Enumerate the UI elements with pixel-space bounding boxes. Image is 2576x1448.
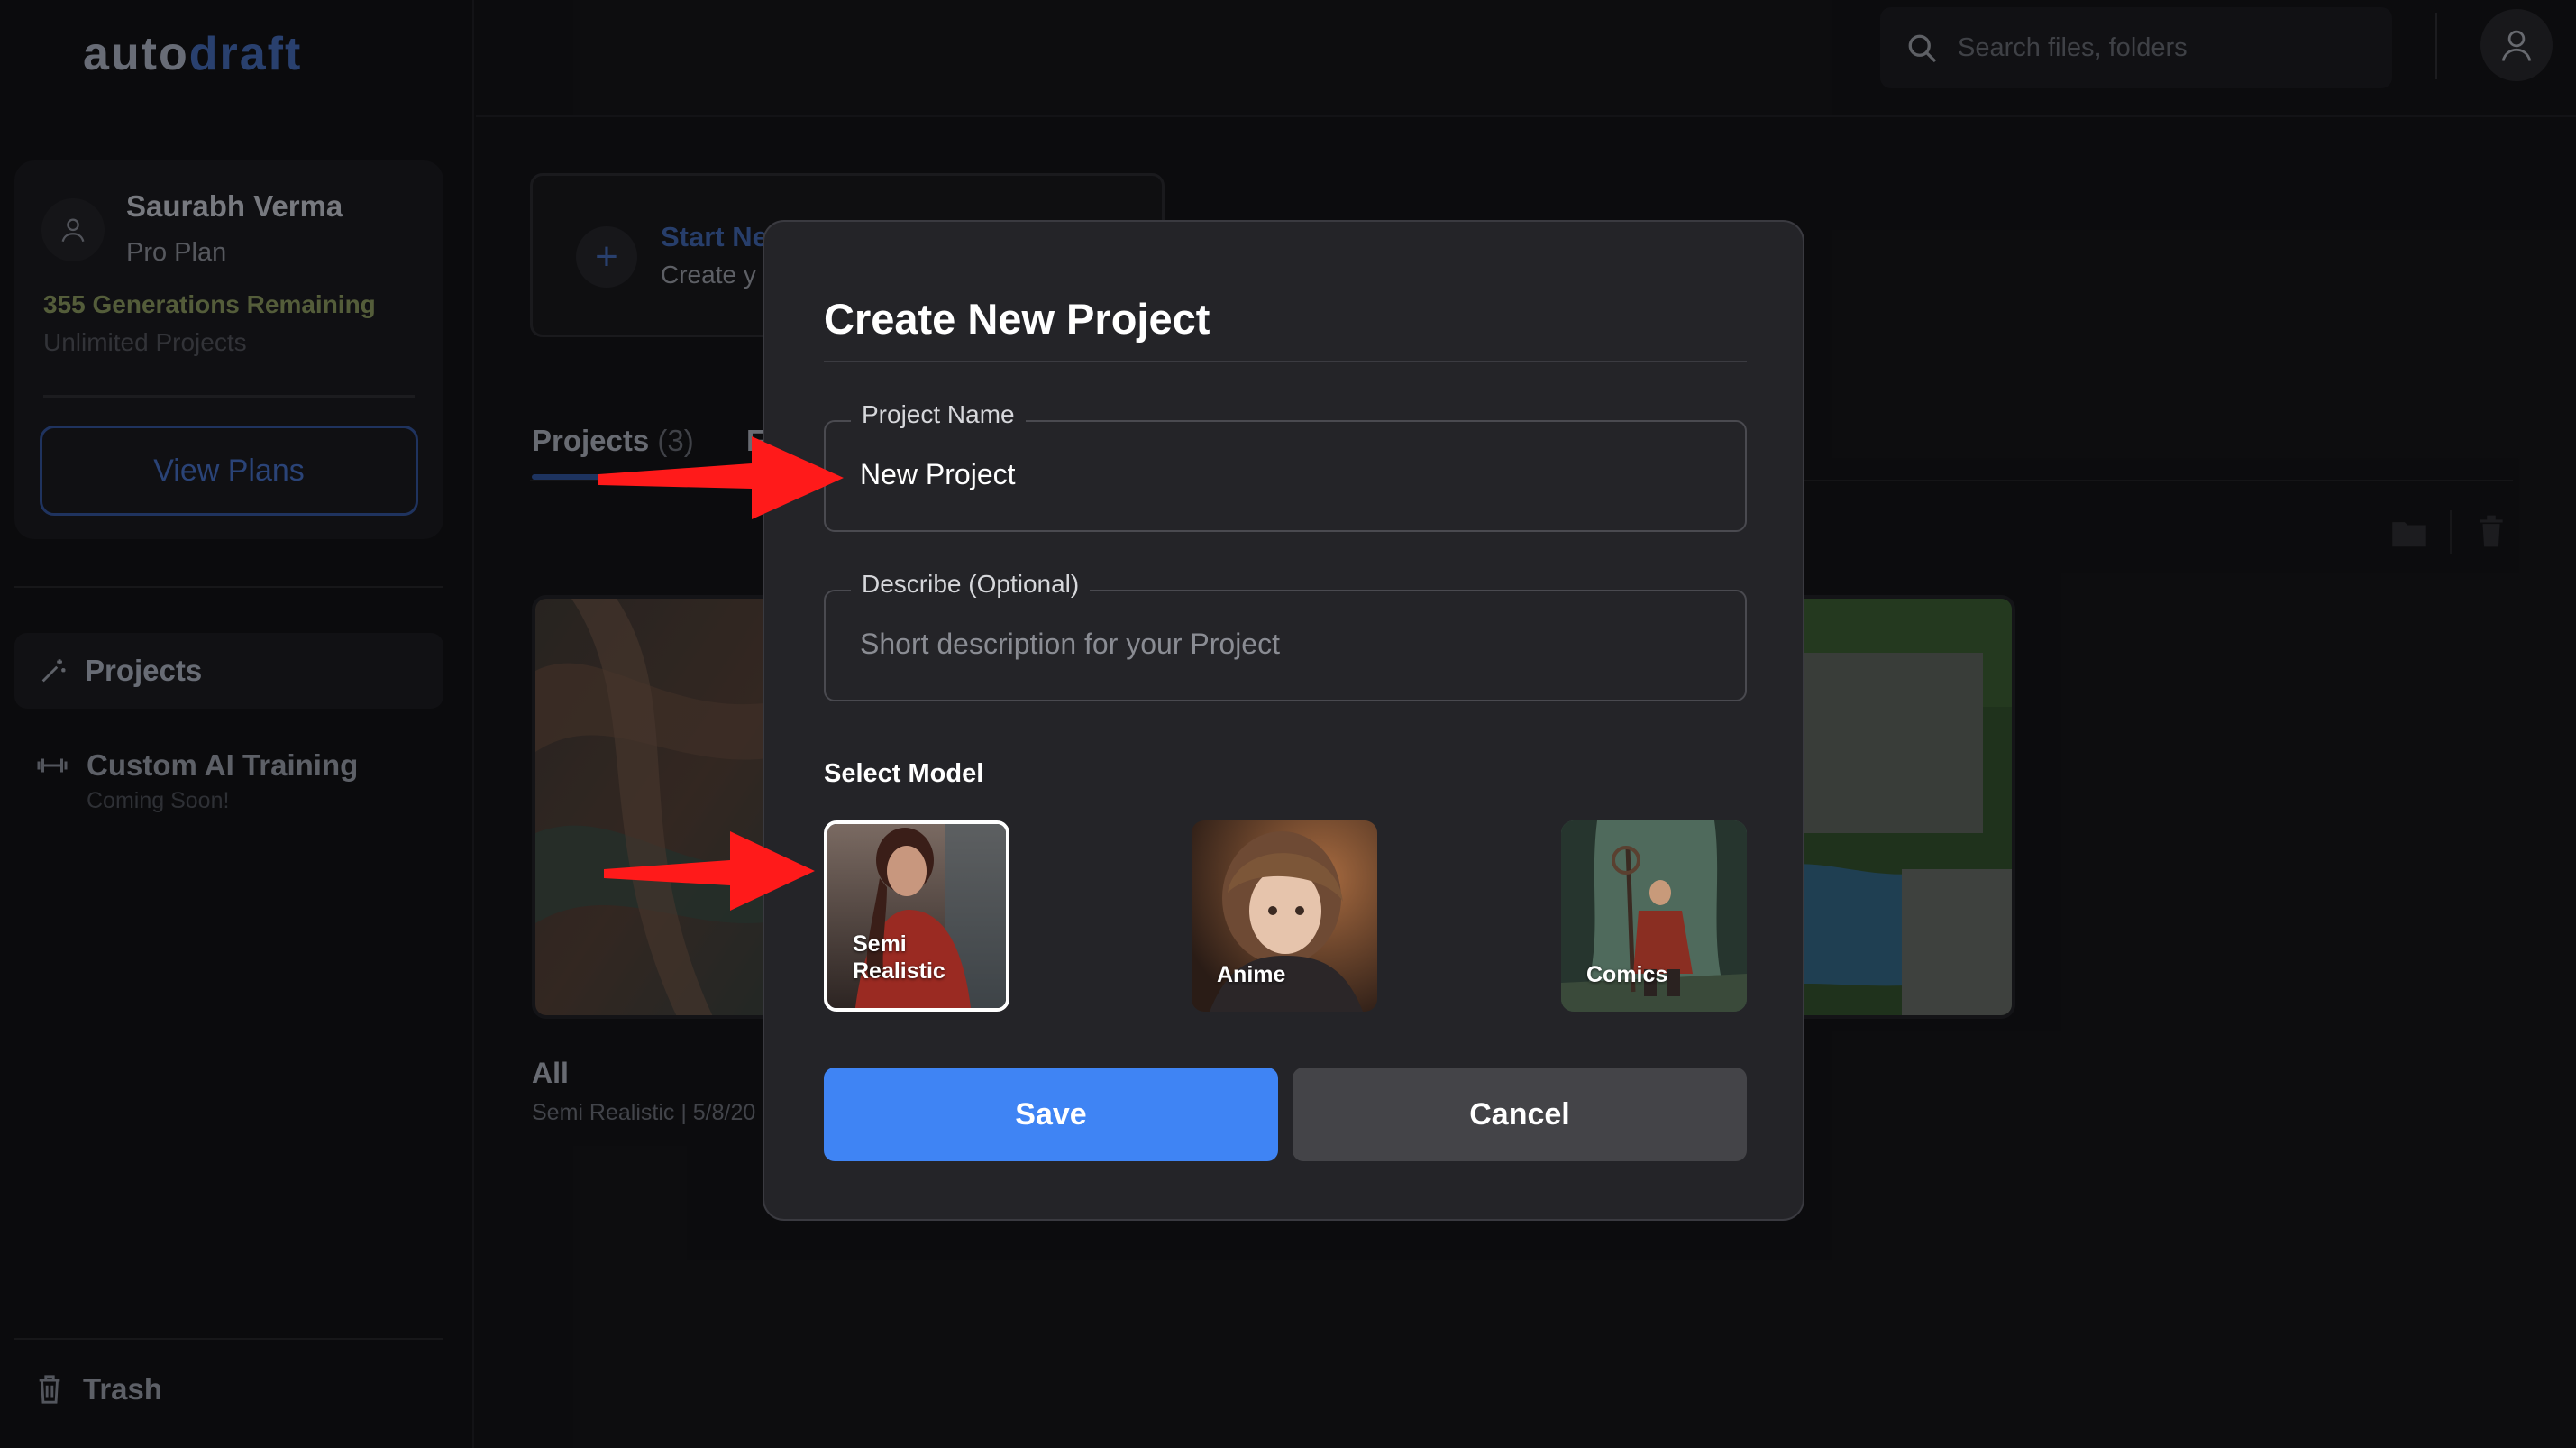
create-project-dialog: Create New Project Project Name Describe… bbox=[763, 220, 1804, 1221]
description-field[interactable]: Describe (Optional) bbox=[824, 570, 1747, 701]
model-label: Anime bbox=[1217, 962, 1286, 987]
cancel-button[interactable]: Cancel bbox=[1293, 1068, 1747, 1161]
save-button[interactable]: Save bbox=[824, 1068, 1278, 1161]
red-arrow-icon bbox=[598, 436, 844, 519]
model-option-semi-realistic[interactable]: Semi Realistic bbox=[824, 820, 1009, 1012]
model-label: Semi Realistic bbox=[853, 931, 945, 984]
divider bbox=[824, 361, 1747, 362]
field-label: Describe (Optional) bbox=[851, 570, 1091, 599]
project-name-field[interactable]: Project Name bbox=[824, 400, 1747, 532]
model-label: Comics bbox=[1586, 962, 1668, 987]
select-model-label: Select Model bbox=[824, 759, 984, 788]
description-input[interactable] bbox=[860, 628, 1716, 661]
red-arrow-icon bbox=[604, 831, 815, 911]
model-option-comics[interactable]: Comics bbox=[1561, 820, 1747, 1012]
project-name-input[interactable] bbox=[860, 458, 1716, 491]
field-label: Project Name bbox=[851, 400, 1026, 429]
dialog-title: Create New Project bbox=[824, 295, 1210, 343]
model-option-anime[interactable]: Anime bbox=[1192, 820, 1377, 1012]
